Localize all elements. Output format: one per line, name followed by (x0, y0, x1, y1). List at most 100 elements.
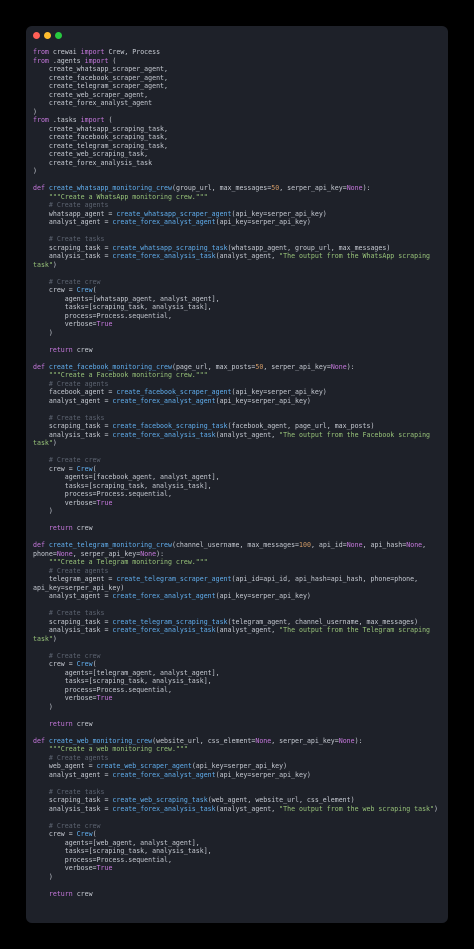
code-token: ) (33, 507, 53, 515)
code-token: scraping_task = (33, 617, 113, 626)
code-token: tasks=[scraping_task, analysis_task], (33, 481, 212, 490)
code-token: True (96, 498, 113, 507)
code-line: tasks=[scraping_task, analysis_task], (33, 482, 443, 491)
code-token: , serper_api_key= (279, 184, 347, 192)
minimize-dot-icon[interactable] (44, 32, 51, 39)
code-line: api_key=serper_api_key) (33, 584, 443, 593)
code-token: 100 (299, 541, 311, 549)
code-token: from (33, 56, 49, 65)
code-line: analyst_agent = create_forex_analyst_age… (33, 592, 443, 601)
code-line: analysis_task = create_forex_analysis_ta… (33, 431, 443, 440)
code-token: # Create crew (48, 277, 101, 286)
code-token: ) (52, 634, 57, 643)
code-token: None (338, 736, 355, 745)
code-line: from crewai import Crew, Process (33, 48, 443, 57)
code-token: ) (52, 439, 57, 447)
code-token: tasks=[scraping_task, analysis_task], (33, 847, 212, 855)
code-token: # Create tasks (48, 787, 105, 796)
code-line: # Create tasks (33, 235, 443, 244)
code-line: analysis_task = create_forex_analysis_ta… (33, 252, 443, 261)
code-line: scraping_task = create_web_scraping_task… (33, 796, 443, 805)
code-line: return crew (33, 524, 443, 533)
code-token: (website_url, css_element= (152, 736, 256, 745)
code-token: process=Process.sequential, (33, 685, 172, 694)
code-line: create_forex_analyst_agent (33, 99, 443, 108)
code-token: """Create a Facebook monitoring crew.""" (48, 371, 208, 379)
code-token: """Create a WhatsApp monitoring crew.""" (48, 192, 208, 201)
code-line: whatsapp_agent = create_whatsapp_scraper… (33, 210, 443, 219)
code-token: ): (156, 549, 165, 558)
close-dot-icon[interactable] (33, 32, 40, 39)
code-line: ) (33, 507, 443, 516)
code-token: (channel_username, max_messages= (171, 541, 300, 549)
code-token: (api_key=serper_api_key) (215, 396, 311, 405)
code-token: analysis_task = (33, 252, 113, 260)
code-line: create_forex_analysis_task (33, 159, 443, 168)
code-token: verbose= (33, 320, 97, 328)
code-token: # Create tasks (48, 413, 105, 422)
code-token: analyst_agent = (33, 396, 113, 405)
code-line: tasks=[scraping_task, analysis_task], (33, 847, 443, 856)
code-token: whatsapp_agent = (33, 209, 117, 218)
code-line: create_web_scraper_agent, (33, 91, 443, 100)
code-line: tasks=[scraping_task, analysis_task], (33, 677, 443, 686)
code-window: from crewai import Crew, Process from .ag… (26, 26, 448, 923)
code-line: # Create tasks (33, 609, 443, 618)
code-token: process=Process.sequential, (33, 311, 172, 320)
code-token: scraping_task = (33, 796, 113, 804)
code-token: (api_key=serper_api_key) (215, 770, 311, 779)
code-token: create_facebook_scraping_task (112, 422, 228, 430)
code-token: # Create crew (48, 456, 101, 464)
code-token: analyst_agent = (33, 592, 113, 600)
code-token: create_whatsapp_scraper_agent (116, 209, 232, 218)
code-line: crew = Crew( (33, 830, 443, 839)
code-line: scraping_task = create_facebook_scraping… (33, 422, 443, 431)
code-token: (api_id=api_id, api_hash=api_hash, phone… (231, 575, 419, 583)
code-token: crew = (33, 830, 77, 838)
code-token: create_telegram_monitoring_crew (48, 541, 172, 549)
code-token: Crew (76, 286, 93, 294)
code-token: (analyst_agent, (215, 252, 280, 260)
code-token: create_web_scraper_agent, (33, 90, 149, 99)
code-token: Crew (76, 830, 93, 838)
code-token: , serper_api_key= (72, 549, 141, 558)
code-line: from .agents import ( (33, 57, 443, 66)
code-line: crew = Crew( (33, 465, 443, 474)
code-token: (analyst_agent, (215, 430, 280, 439)
code-token: create_web_monitoring_crew (48, 736, 153, 745)
code-token: (analyst_agent, (215, 626, 280, 634)
code-token: create_facebook_scraper_agent, (33, 73, 168, 82)
code-token: ) (33, 328, 53, 337)
code-line: # Create crew (33, 456, 443, 465)
code-line: analyst_agent = create_forex_analyst_age… (33, 771, 443, 780)
code-token: create_whatsapp_scraping_task, (33, 124, 168, 133)
code-token: None (140, 549, 157, 558)
code-token: create_forex_analysis_task (112, 430, 216, 439)
code-token: ): (354, 736, 363, 745)
code-token: ( (108, 56, 117, 65)
code-token: crew = (33, 286, 77, 294)
code-token: ( (104, 116, 113, 124)
code-line: from .tasks import ( (33, 116, 443, 125)
code-token: None (406, 541, 423, 549)
code-token: create_telegram_scraper_agent (116, 575, 232, 583)
code-line: return crew (33, 346, 443, 355)
code-line: # Create agents (33, 567, 443, 576)
code-token: def (33, 184, 45, 192)
code-line: agents=[telegram_agent, analyst_agent], (33, 669, 443, 678)
maximize-dot-icon[interactable] (55, 32, 62, 39)
code-token: ( (92, 830, 97, 838)
code-token: Crew (76, 660, 93, 668)
